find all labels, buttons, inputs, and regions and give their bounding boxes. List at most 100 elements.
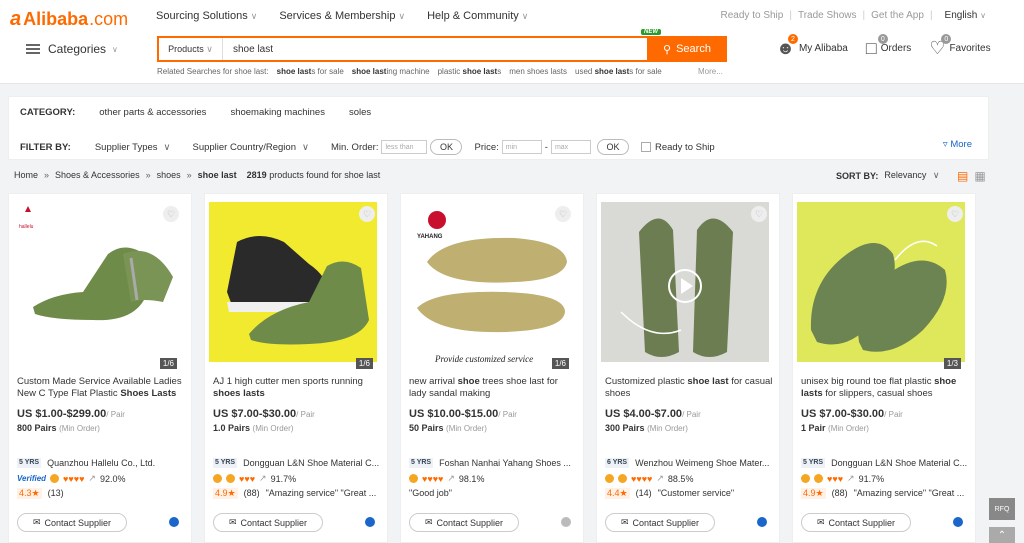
response-rate: 98.1%: [458, 473, 485, 484]
related-search-link[interactable]: plastic shoe lasts: [438, 67, 502, 76]
favorite-heart-icon[interactable]: ♡: [555, 206, 571, 222]
related-search-link[interactable]: used shoe lasts for sale: [575, 67, 662, 76]
product-image[interactable]: [13, 202, 181, 362]
search-scope-dropdown[interactable]: Products ∨: [159, 38, 223, 60]
results-number: 2819: [246, 170, 267, 180]
product-title[interactable]: AJ 1 high cutter men sports running shoe…: [213, 376, 381, 400]
response-rate: 92.0%: [99, 473, 126, 484]
supplier-name[interactable]: Quanzhou Hallelu Co., Ltd.: [47, 458, 155, 468]
supplier-info: 5 YRS Dongguan L&N Shoe Material C...: [801, 458, 969, 468]
chat-icon[interactable]: [169, 517, 179, 527]
related-search-link[interactable]: shoe lasting machine: [352, 67, 430, 76]
nav-services-membership[interactable]: Services & Membership ∨: [279, 10, 405, 22]
orders-link[interactable]: □ 0 Orders: [866, 34, 911, 59]
min-order-label: Min. Order:: [330, 141, 379, 153]
related-search-link[interactable]: shoe lasts for sale: [277, 67, 344, 76]
favorite-heart-icon[interactable]: ♡: [163, 206, 179, 222]
list-view-icon[interactable]: ▤: [957, 169, 968, 183]
supplier-name[interactable]: Foshan Nanhai Yahang Shoes ...: [439, 458, 571, 468]
score-value: 4.3: [19, 488, 32, 498]
contact-supplier-button[interactable]: ✉ Contact Supplier: [801, 513, 911, 532]
response-icon: ↗: [447, 473, 455, 483]
favorite-heart-icon[interactable]: ♡: [359, 206, 375, 222]
product-card[interactable]: ♡ Customized plastic shoe last for casua…: [596, 193, 780, 543]
product-card[interactable]: hallelu ♡ 1/6 Custom Made Service Availa…: [8, 193, 192, 543]
breadcrumb-item[interactable]: shoes: [157, 170, 181, 180]
product-image[interactable]: [405, 202, 573, 362]
more-filters-link[interactable]: ▿ More: [943, 139, 972, 150]
supplier-name[interactable]: Dongguan L&N Shoe Material C...: [831, 458, 967, 468]
product-title[interactable]: new arrival shoe trees shoe last for lad…: [409, 376, 577, 400]
rfq-button[interactable]: RFQ: [989, 498, 1015, 520]
price-min-input[interactable]: min: [501, 140, 542, 154]
user-icon: ☻ 2: [776, 34, 798, 59]
review-quote: "Customer service": [657, 488, 735, 498]
product-image[interactable]: [601, 202, 769, 362]
title-text: Customized plastic: [605, 376, 688, 387]
price-unit: / Pair: [106, 410, 125, 419]
search-input[interactable]: shoe last: [223, 44, 703, 55]
contact-supplier-button[interactable]: ✉ Contact Supplier: [17, 513, 127, 532]
back-to-top-icon[interactable]: ⌃: [989, 527, 1015, 543]
review-count: (13): [47, 488, 64, 498]
favorite-heart-icon[interactable]: ♡: [947, 206, 963, 222]
alibaba-logo[interactable]: a Alibaba .com: [10, 8, 128, 31]
supplier-name[interactable]: Wenzhou Weimeng Shoe Mater...: [635, 458, 769, 468]
related-more-link[interactable]: More...: [698, 67, 723, 76]
chat-icon[interactable]: [757, 517, 767, 527]
image-counter: 1/6: [551, 358, 569, 369]
contact-supplier-button[interactable]: ✉ Contact Supplier: [409, 513, 519, 532]
product-card[interactable]: YAHANG Provide customized service ♡ 1/6 …: [400, 193, 584, 543]
chevron-down-icon: ∨: [112, 44, 118, 54]
breadcrumb-item[interactable]: Shoes & Accessories: [55, 170, 140, 180]
link-ready-to-ship[interactable]: Ready to Ship: [721, 10, 784, 21]
price-ok-button[interactable]: OK: [596, 139, 629, 155]
chat-icon[interactable]: [561, 517, 571, 527]
title-text: for slippers, casual shoes: [822, 388, 933, 399]
contact-supplier-button[interactable]: ✉ Contact Supplier: [605, 513, 715, 532]
category-link[interactable]: other parts & accessories: [99, 107, 206, 118]
product-image[interactable]: [209, 202, 377, 362]
product-price: US $4.00-$7.00/ Pair: [605, 408, 701, 420]
product-image[interactable]: [797, 202, 965, 362]
category-link[interactable]: shoemaking machines: [230, 107, 325, 118]
my-alibaba-link[interactable]: ☻ 2 My Alibaba: [776, 34, 848, 59]
related-search-link[interactable]: men shoes lasts: [509, 67, 567, 76]
supplier-country-dropdown[interactable]: Supplier Country/Region ∨: [192, 142, 308, 153]
product-title[interactable]: unisex big round toe flat plastic shoe l…: [801, 376, 969, 400]
link-get-the-app[interactable]: Get the App: [871, 10, 924, 21]
product-title[interactable]: Custom Made Service Available Ladies New…: [17, 376, 185, 400]
new-badge: NEW: [641, 29, 661, 35]
chat-icon[interactable]: [953, 517, 963, 527]
min-order-ok-button[interactable]: OK: [430, 139, 463, 155]
product-card[interactable]: ♡ 1/6 AJ 1 high cutter men sports runnin…: [204, 193, 388, 543]
language-selector[interactable]: English ∨: [945, 10, 986, 21]
link-trade-shows[interactable]: Trade Shows: [798, 10, 857, 21]
min-order-input[interactable]: less than: [381, 140, 428, 154]
view-toggle: ▤ ▦: [957, 169, 986, 183]
response-rate: 88.5%: [667, 473, 694, 484]
contact-supplier-button[interactable]: ✉ Contact Supplier: [213, 513, 323, 532]
grid-view-icon[interactable]: ▦: [974, 169, 985, 183]
image-counter: 1/6: [355, 358, 373, 369]
category-link[interactable]: soles: [349, 107, 371, 118]
nav-help-community[interactable]: Help & Community ∨: [427, 10, 528, 22]
categories-menu[interactable]: Categories ∨: [26, 42, 118, 56]
divider: |: [862, 10, 866, 21]
product-card[interactable]: ♡ 1/3 unisex big round toe flat plastic …: [792, 193, 976, 543]
ready-to-ship-checkbox[interactable]: [640, 142, 651, 152]
price-max-input[interactable]: max: [550, 140, 591, 154]
top-right-links: Ready to Ship | Trade Shows | Get the Ap…: [721, 10, 986, 21]
price-unit: / Pair: [682, 410, 701, 419]
breadcrumb-home[interactable]: Home: [14, 170, 38, 180]
favorite-heart-icon[interactable]: ♡: [751, 206, 767, 222]
supplier-name[interactable]: Dongguan L&N Shoe Material C...: [243, 458, 379, 468]
sort-dropdown[interactable]: Relevancy ∨: [884, 170, 939, 181]
favorites-link[interactable]: ♡ 0 Favorites: [929, 34, 991, 59]
nav-sourcing-solutions[interactable]: Sourcing Solutions ∨: [156, 10, 257, 22]
rating-line: "Good job": [409, 488, 581, 498]
product-title[interactable]: Customized plastic shoe last for casual …: [605, 376, 773, 400]
supplier-types-dropdown[interactable]: Supplier Types ∨: [95, 142, 171, 153]
chat-icon[interactable]: [365, 517, 375, 527]
search-button[interactable]: NEW ⚲ Search: [641, 29, 727, 62]
